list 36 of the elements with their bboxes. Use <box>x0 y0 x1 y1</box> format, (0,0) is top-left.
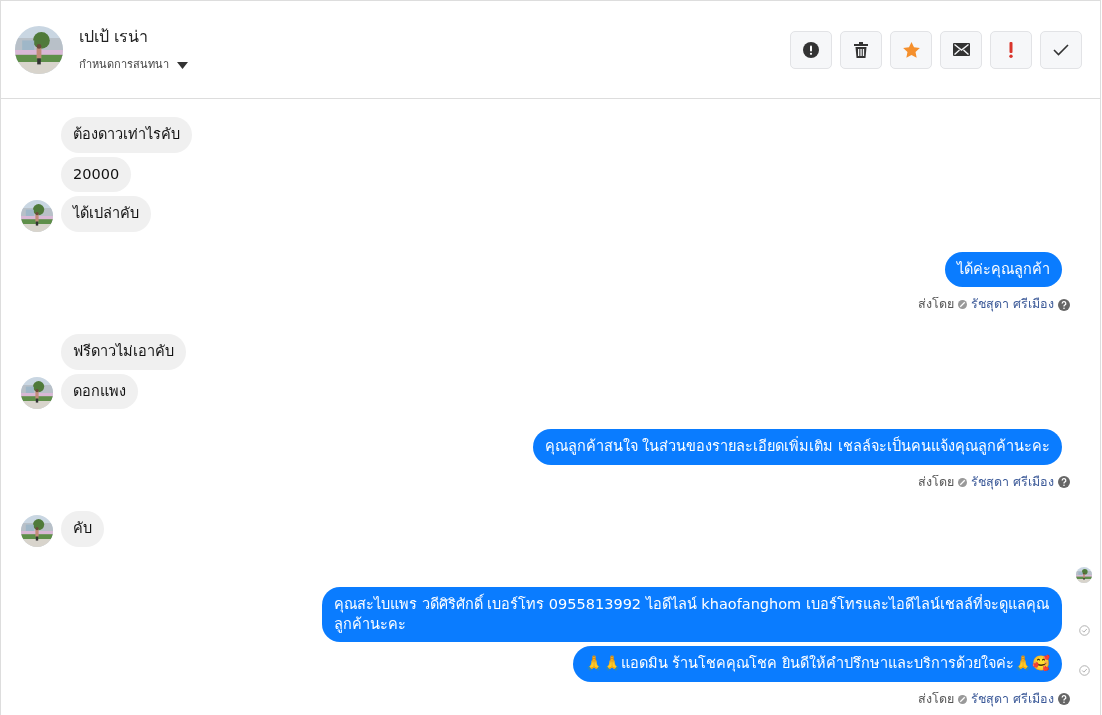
star-button[interactable] <box>890 30 932 69</box>
mark-unread-button[interactable] <box>940 30 982 69</box>
blocked-icon <box>958 694 967 704</box>
message-bubble: คับ <box>61 511 104 547</box>
sent-by-label: ส่งโดย <box>918 472 954 491</box>
contact-name: เปเป้ เรน่า <box>79 26 150 49</box>
blocked-icon <box>958 300 967 310</box>
exclamation-icon <box>1009 41 1013 58</box>
help-icon <box>1058 693 1070 706</box>
caret-icon <box>177 62 188 69</box>
sender-link[interactable]: รัชสุดา ศรีเมือง <box>971 689 1054 709</box>
mail-icon <box>952 43 970 56</box>
sender-link[interactable]: รัชสุดา ศรีเมือง <box>971 295 1054 314</box>
trash-icon <box>854 41 868 58</box>
blocked-icon <box>958 477 967 487</box>
message-bubble: 20000 <box>61 156 132 193</box>
done-button[interactable] <box>1040 30 1082 69</box>
sent-by-label: ส่งโดย <box>918 689 954 708</box>
message-bubble: ต้องดาวเท่าไรคับ <box>61 117 192 153</box>
message-bubble: ได้เปล่าคับ <box>61 196 151 232</box>
report-button[interactable] <box>790 30 832 69</box>
message-bubble: คุณลูกค้าสนใจ ในส่วนของรายละเอียดเพิ่มเติม เชลล์จะเป็นคนแจ้งคุณลูกค้านะคะ <box>532 429 1062 465</box>
conversation-menu[interactable]: กำหนดการสนทนา <box>79 57 188 74</box>
message-bubble: ดอกแพง <box>61 373 138 410</box>
check-icon <box>1053 43 1069 56</box>
alert-icon <box>803 41 819 58</box>
message-bubble: 🙏🙏แอดมิน ร้านโชคคุณโชค ยินดีให้คำปรึกษาและบริการด้วยใจค่ะ🙏🥰 <box>572 646 1062 682</box>
help-icon <box>1058 476 1070 489</box>
message-bubble: คุณสะไบแพร วดีศิริศักดิ์ เบอร์โทร 0955813992 ไอดีไลน์ khaofanghom เบอร์โทรและไอดีไลน์เชลล์ที่จะดูแลคุณลูกค้านะคะ <box>322 587 1062 643</box>
sent-by-label: ส่งโดย <box>918 295 954 314</box>
delete-button[interactable] <box>840 30 882 69</box>
message-bubble: ได้ค่ะคุณลูกค้า <box>945 251 1062 288</box>
message-bubble: ฟรีดาวไม่เอาคับ <box>61 334 186 370</box>
help-icon <box>1058 298 1070 311</box>
star-icon <box>902 41 920 58</box>
sender-link[interactable]: รัชสุดา ศรีเมือง <box>971 472 1054 492</box>
